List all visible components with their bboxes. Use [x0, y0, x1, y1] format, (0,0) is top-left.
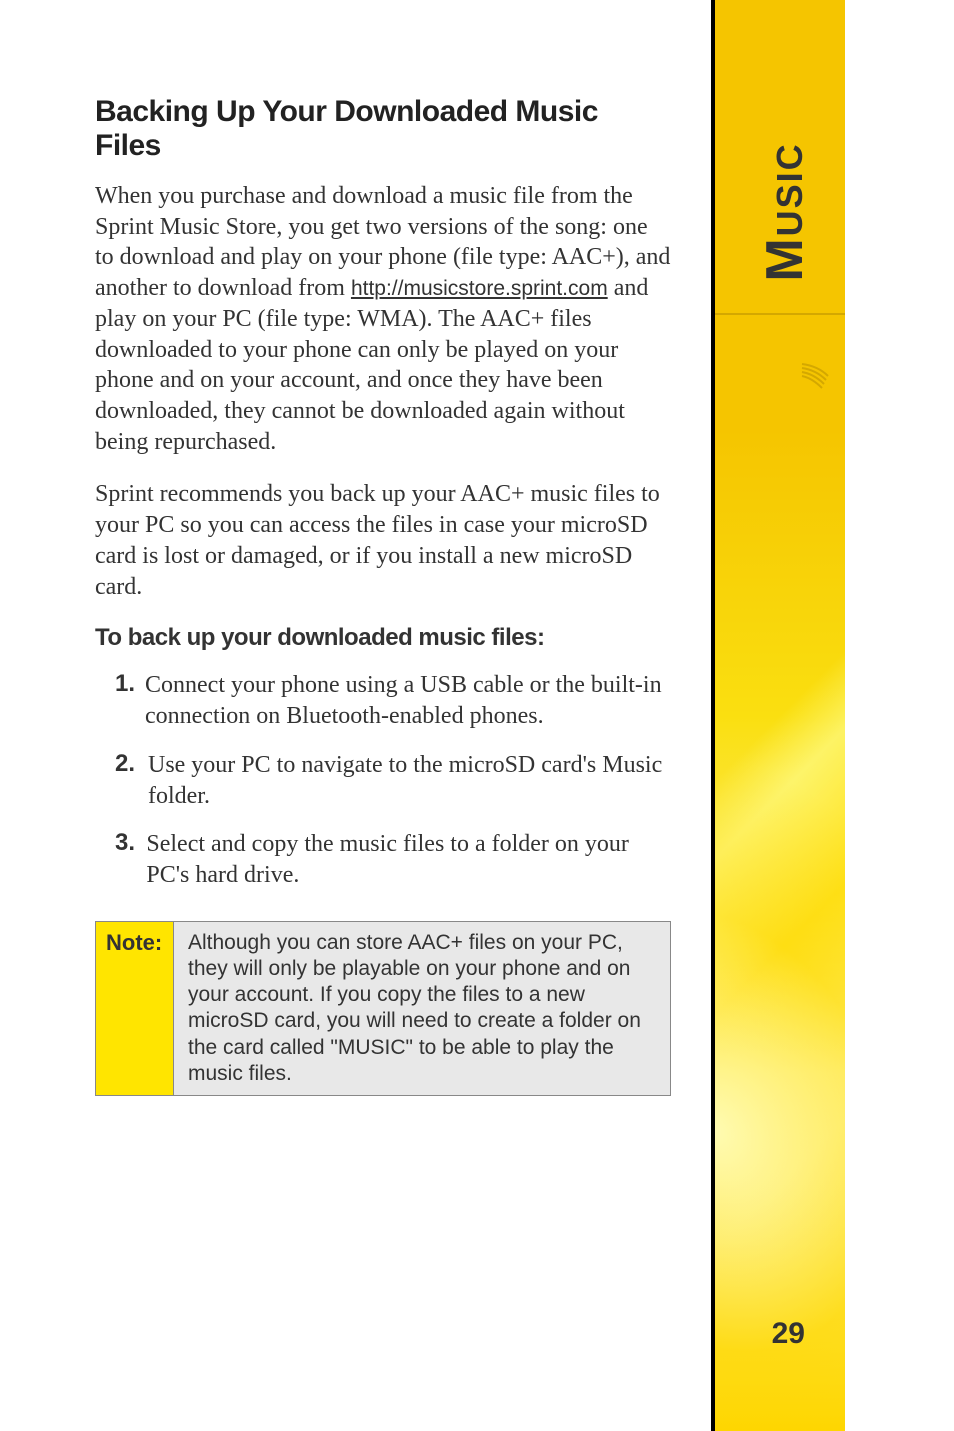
step-text: Select and copy the music files to a fol…: [146, 829, 671, 890]
list-item: 3. Select and copy the music files to a …: [95, 829, 671, 890]
page-content: Backing Up Your Downloaded Music Files W…: [0, 0, 715, 1431]
list-item: 1. Connect your phone using a USB cable …: [95, 670, 671, 731]
section-heading: Backing Up Your Downloaded Music Files: [95, 95, 671, 163]
sprint-logo-icon: [800, 360, 830, 390]
section-tab: Music: [715, 80, 845, 315]
side-panel: Music 29: [715, 0, 845, 1431]
step-number: 3.: [95, 829, 146, 890]
intro-paragraph-1: When you purchase and download a music f…: [95, 181, 671, 457]
step-text: Use your PC to navigate to the microSD c…: [148, 750, 671, 811]
music-store-link[interactable]: http://musicstore.sprint.com: [351, 277, 608, 300]
steps-list: 1. Connect your phone using a USB cable …: [95, 670, 671, 890]
list-item: 2. Use your PC to navigate to the microS…: [95, 750, 671, 811]
note-label: Note:: [96, 922, 174, 1096]
intro-paragraph-2: Sprint recommends you back up your AAC+ …: [95, 479, 671, 602]
page-number: 29: [772, 1317, 805, 1351]
steps-subheading: To back up your downloaded music files:: [95, 624, 671, 652]
step-number: 2.: [95, 750, 148, 811]
text-span: and play on your PC (file type: WMA). Th…: [95, 275, 648, 455]
section-tab-label: Music: [755, 112, 815, 312]
note-box: Note: Although you can store AAC+ files …: [95, 921, 671, 1097]
step-number: 1.: [95, 670, 145, 731]
step-text: Connect your phone using a USB cable or …: [145, 670, 671, 731]
note-text: Although you can store AAC+ files on you…: [174, 922, 670, 1096]
